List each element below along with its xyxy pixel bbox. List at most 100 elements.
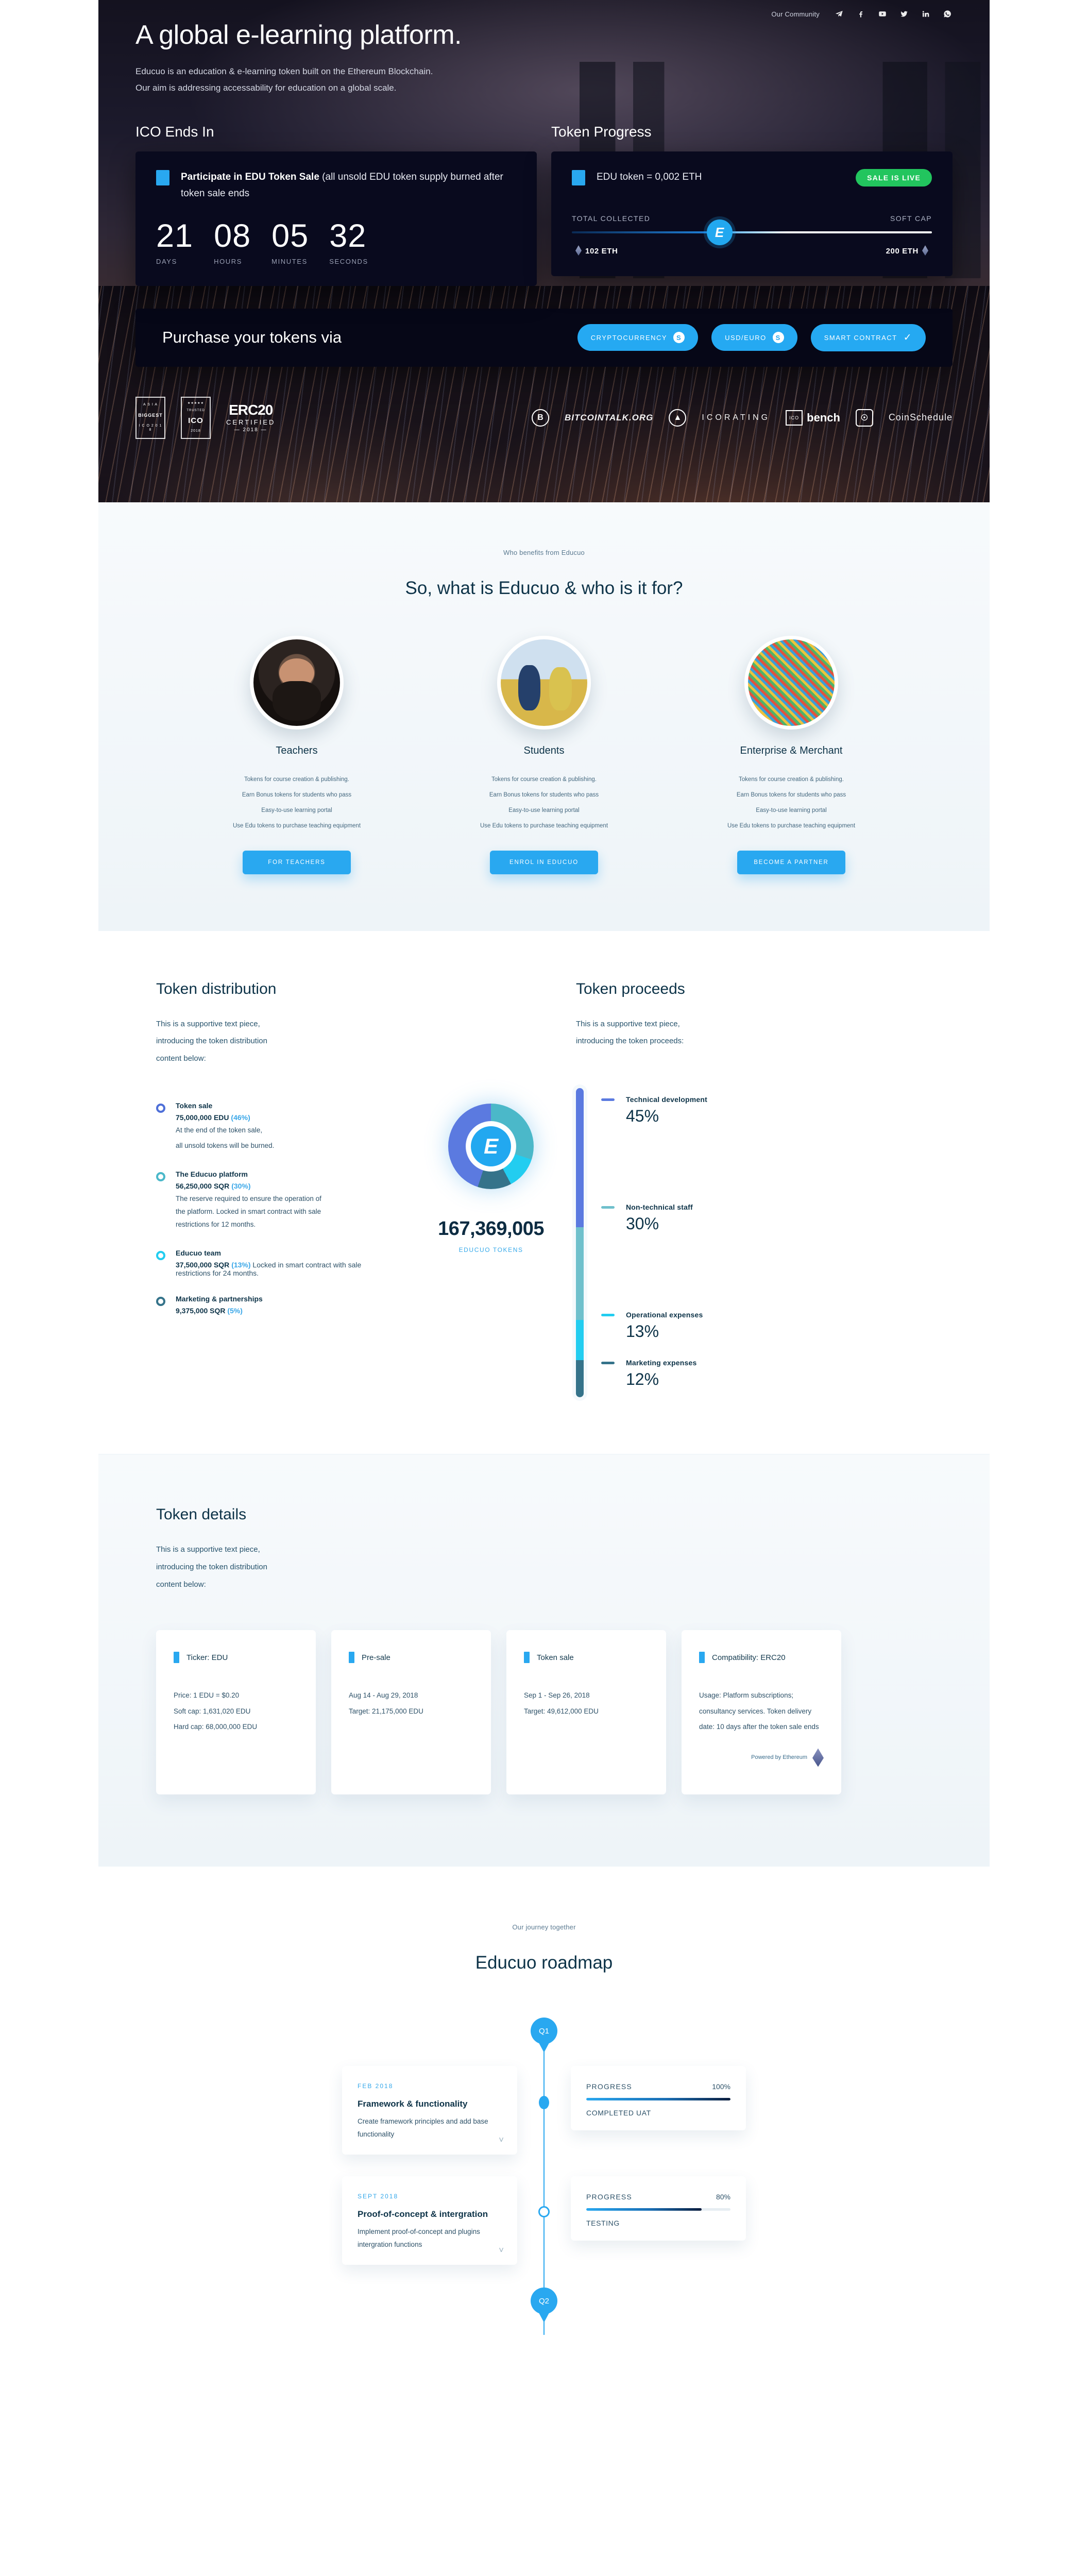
- proceeds-bar-segment-technical: [576, 1088, 584, 1228]
- countdown-minutes: 05 MINUTES: [271, 219, 309, 265]
- progress-knob-icon[interactable]: E: [706, 219, 733, 246]
- countdown-hours-label: HOURS: [214, 257, 243, 265]
- buy-usd-euro-button[interactable]: USD/EURO S: [711, 324, 797, 351]
- persona-name: Enterprise & Merchant: [740, 745, 843, 756]
- enrol-in-educuo-button[interactable]: ENROL IN EDUCUO: [490, 850, 598, 874]
- token-details-cards: Ticker: EDU Price: 1 EDU = $0.20 Soft ca…: [156, 1630, 932, 1795]
- card-line: Aug 14 - Aug 29, 2018: [349, 1691, 418, 1700]
- persona-benefit-line: Easy-to-use learning portal: [261, 807, 332, 814]
- purchase-bar: Purchase your tokens via CRYPTOCURRENCY …: [135, 308, 953, 367]
- persona-benefit-line: Earn Bonus tokens for students who pass: [736, 791, 846, 798]
- token-rate-text: EDU token = 0,002 ETH: [597, 172, 702, 183]
- linkedin-icon[interactable]: [921, 9, 931, 19]
- total-collected-label: TOTAL COLLECTED: [572, 214, 651, 223]
- donut-ring: E: [448, 1103, 534, 1189]
- distribution-legend: Token sale 75,000,000 EDU (46%) At the e…: [156, 1101, 438, 1332]
- card-title: Ticker: EDU: [186, 1653, 228, 1662]
- distribution-item-amount: 37,500,000 SQR: [176, 1260, 230, 1269]
- hero-section: Our Community A global e-learning platfo…: [98, 0, 990, 502]
- countdown-days-value: 21: [156, 217, 194, 254]
- card-line: Price: 1 EDU = $0.20: [174, 1691, 240, 1700]
- check-icon: ✓: [903, 332, 912, 343]
- roadmap-milestone-card[interactable]: FEB 2018 Framework & functionality Creat…: [342, 2066, 517, 2155]
- lede-line: introducing the token proceeds:: [576, 1037, 684, 1046]
- coin-icon: S: [673, 332, 685, 344]
- distribution-item-percent: (46%): [231, 1113, 250, 1122]
- for-teachers-button[interactable]: FOR TEACHERS: [243, 850, 351, 874]
- youtube-icon[interactable]: [877, 9, 888, 19]
- token-proceeds-lede: This is a supportive text piece, introdu…: [576, 1015, 932, 1050]
- milestone-title: Proof-of-concept & intergration: [358, 2209, 488, 2219]
- distribution-item-percent: (30%): [231, 1181, 251, 1190]
- blue-bar-icon: [524, 1652, 530, 1664]
- telegram-icon[interactable]: [834, 9, 844, 19]
- powered-by-label: Powered by Ethereum: [751, 1754, 807, 1761]
- distribution-item: Marketing & partnerships 9,375,000 SQR (…: [156, 1295, 438, 1315]
- chevron-down-icon[interactable]: ˅: [499, 2245, 504, 2256]
- card-title: Compatibility: ERC20: [712, 1653, 786, 1662]
- card-line: Target: 49,612,000 EDU: [524, 1707, 599, 1715]
- persona-benefits: Tokens for course creation & publishing.…: [459, 772, 629, 834]
- progress-status: COMPLETED UAT: [586, 2109, 651, 2117]
- trusted-badge-stars: ★★★★★: [188, 402, 204, 405]
- progress-status: TESTING: [586, 2219, 620, 2228]
- buy-smart-contract-button[interactable]: SMART CONTRACT ✓: [810, 324, 926, 351]
- hero-panels: ICO Ends In Participate in EDU Token Sal…: [135, 124, 953, 286]
- erc20-badge-year: — 2018 —: [234, 427, 267, 433]
- ethereum-icon: [922, 245, 928, 256]
- distribution-item-amount: 56,250,000 SQR: [176, 1181, 230, 1190]
- facebook-icon[interactable]: [856, 9, 866, 19]
- persona-benefit-line: Easy-to-use learning portal: [508, 807, 580, 814]
- distribution-item: Educuo team 37,500,000 SQR (13%) Locked …: [156, 1249, 438, 1277]
- buy-usd-euro-label: USD/EURO: [725, 333, 767, 342]
- roadmap-eyebrow: Our journey together: [512, 1923, 576, 1931]
- trusted-ico-badge: ★★★★★ TRUSTED ICO 2018: [181, 396, 211, 439]
- chevron-down-icon[interactable]: ˅: [499, 2135, 504, 2145]
- milestone-date: FEB 2018: [358, 2082, 394, 2090]
- hero-subtitle-line-1: Educuo is an education & e-learning toke…: [135, 66, 433, 77]
- credential-badges: A S I A BIGGEST I C O 2 0 1 8 ★★★★★ TRUS…: [98, 367, 990, 439]
- card-title: Token sale: [537, 1653, 574, 1662]
- countdown-seconds-value: 32: [329, 217, 367, 254]
- proceeds-item-name: Operational expenses: [626, 1311, 703, 1319]
- ethereum-icon: [575, 245, 582, 256]
- lede-line: introducing the token distribution: [156, 1037, 267, 1046]
- trusted-badge-line-1: TRUSTED: [186, 409, 205, 413]
- roadmap-progress-card: PROGRESS 80% TESTING: [571, 2176, 746, 2241]
- roadmap-section: Our journey together Educuo roadmap Q1 F…: [98, 1867, 990, 2335]
- legend-ring-icon: [156, 1250, 165, 1260]
- hero-subtitle: Educuo is an education & e-learning toke…: [135, 63, 953, 96]
- progress-value: 80%: [716, 2193, 730, 2201]
- token-detail-card-ticker: Ticker: EDU Price: 1 EDU = $0.20 Soft ca…: [156, 1630, 316, 1795]
- proceeds-item: Marketing expenses 12%: [601, 1359, 932, 1389]
- twitter-icon[interactable]: [899, 9, 909, 19]
- personas-section: Who benefits from Educuo So, what is Edu…: [98, 502, 990, 931]
- token-proceeds-heading: Token proceeds: [576, 980, 685, 997]
- roadmap-milestone-card[interactable]: SEPT 2018 Proof-of-concept & intergratio…: [342, 2176, 517, 2265]
- progress-bar[interactable]: E: [572, 219, 932, 246]
- card-line: Soft cap: 1,631,020 EDU: [174, 1707, 251, 1715]
- ico-countdown-column: ICO Ends In Participate in EDU Token Sal…: [135, 124, 537, 286]
- soft-cap-eth: 200 ETH: [886, 247, 919, 256]
- proceeds-item: Technical development 45%: [601, 1095, 932, 1126]
- proceeds-bar-segment-nontechnical: [576, 1227, 584, 1320]
- proceeds-bar-segment-operational: [576, 1320, 584, 1361]
- progress-label: PROGRESS: [586, 2082, 632, 2091]
- persona-benefit-line: Use Edu tokens to purchase teaching equi…: [727, 822, 856, 829]
- distribution-item-title: Educuo team: [176, 1248, 221, 1257]
- sale-status-badge: SALE IS LIVE: [856, 169, 932, 187]
- token-progress-column: Token Progress EDU token = 0,002 ETH SAL…: [551, 124, 953, 286]
- countdown-seconds-label: SECONDS: [329, 257, 368, 265]
- coin-icon: S: [772, 332, 784, 344]
- progress-fill: [586, 2098, 730, 2101]
- proceeds-item-name: Non-technical staff: [626, 1203, 693, 1212]
- buy-cryptocurrency-button[interactable]: CRYPTOCURRENCY S: [577, 324, 699, 351]
- ethereum-icon: [812, 1748, 824, 1767]
- distribution-item-desc: The reserve required to ensure the opera…: [176, 1194, 321, 1228]
- legend-dash-icon: [601, 1206, 615, 1209]
- whatsapp-icon[interactable]: [942, 9, 953, 19]
- progress-track: [586, 2098, 730, 2101]
- become-a-partner-button[interactable]: BECOME A PARTNER: [737, 850, 845, 874]
- proceeds-item-percent: 45%: [626, 1107, 659, 1126]
- persona-name: Students: [523, 745, 565, 756]
